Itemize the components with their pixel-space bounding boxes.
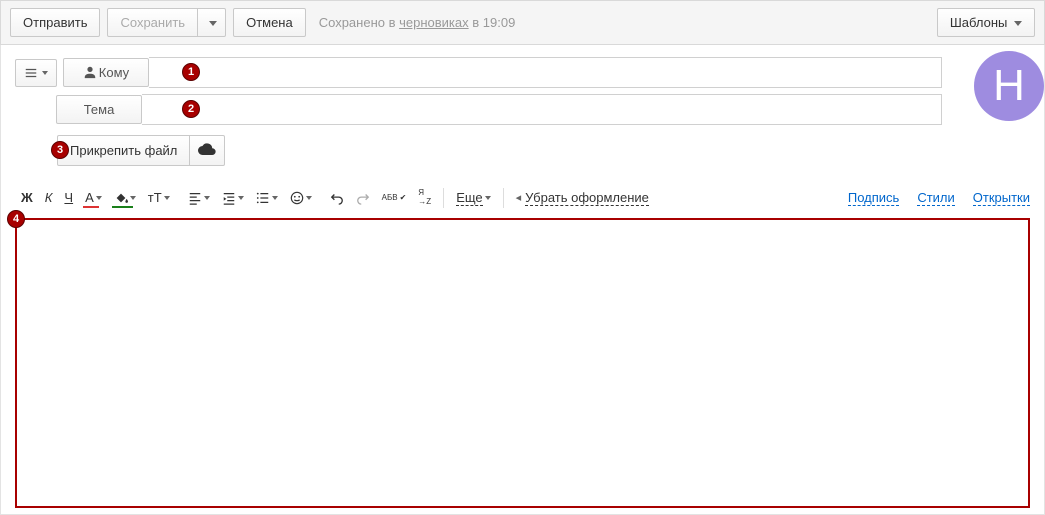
caret-down-icon <box>42 71 48 75</box>
annotation-marker-1: 1 <box>182 63 200 81</box>
smile-icon <box>290 191 304 205</box>
to-input[interactable] <box>149 57 942 88</box>
caret-down-icon <box>209 21 217 26</box>
font-size-button[interactable]: тТ <box>142 186 176 209</box>
list-button[interactable] <box>250 187 284 209</box>
emoji-button[interactable] <box>284 187 318 209</box>
send-button[interactable]: Отправить <box>10 8 100 37</box>
spellcheck-button[interactable]: АБВ✔ <box>376 190 413 206</box>
text-color-button[interactable]: А <box>79 186 108 209</box>
subject-label-button[interactable]: Тема <box>56 95 142 124</box>
save-dropdown-button[interactable] <box>198 8 226 37</box>
annotation-marker-2: 2 <box>182 100 200 118</box>
indent-button[interactable] <box>216 187 250 209</box>
caret-down-icon <box>1014 21 1022 26</box>
fill-color-button[interactable] <box>108 187 142 209</box>
cards-link[interactable]: Открытки <box>973 190 1030 206</box>
save-button[interactable]: Сохранить <box>107 8 198 37</box>
saved-time: в 19:09 <box>469 15 516 30</box>
clear-format-button[interactable]: ◂ Убрать оформление <box>510 186 655 210</box>
caret-down-icon <box>164 196 170 200</box>
italic-button[interactable]: К <box>39 186 59 209</box>
separator <box>503 188 504 208</box>
menu-icon <box>24 66 38 80</box>
paint-icon <box>114 191 128 205</box>
align-button[interactable] <box>182 187 216 209</box>
translit-button[interactable]: Я→Z <box>412 185 437 211</box>
row-options-button[interactable] <box>15 59 57 87</box>
chevron-left-icon: ◂ <box>516 191 522 204</box>
format-toolbar: Ж К Ч А тТ АБВ✔ <box>15 178 1030 218</box>
undo-icon <box>330 191 344 205</box>
redo-icon <box>356 191 370 205</box>
bold-button[interactable]: Ж <box>15 186 39 209</box>
caret-down-icon <box>272 196 278 200</box>
indent-icon <box>222 191 236 205</box>
more-button[interactable]: Еще <box>450 186 496 210</box>
attach-row: 3 Прикрепить файл <box>15 135 1030 166</box>
attach-cloud-button[interactable] <box>190 135 225 166</box>
caret-down-icon <box>96 196 102 200</box>
undo-button[interactable] <box>324 187 350 209</box>
list-icon <box>256 191 270 205</box>
editor-wrap: 4 <box>15 218 1030 514</box>
save-button-group: Сохранить <box>107 8 226 37</box>
top-actions-bar: Отправить Сохранить Отмена Сохранено в ч… <box>0 0 1045 45</box>
align-icon <box>188 191 202 205</box>
templates-label: Шаблоны <box>950 15 1008 30</box>
cancel-button[interactable]: Отмена <box>233 8 306 37</box>
attach-file-button[interactable]: Прикрепить файл <box>57 135 190 166</box>
separator <box>443 188 444 208</box>
annotation-marker-3: 3 <box>51 141 69 159</box>
caret-down-icon <box>485 196 491 200</box>
saved-status: Сохранено в черновиках в 19:09 <box>319 15 516 30</box>
underline-button[interactable]: Ч <box>58 186 79 209</box>
annotation-marker-4: 4 <box>7 210 25 228</box>
caret-down-icon <box>130 196 136 200</box>
caret-down-icon <box>238 196 244 200</box>
signature-link[interactable]: Подпись <box>848 190 899 206</box>
cloud-icon <box>198 142 216 156</box>
subject-input[interactable] <box>142 94 942 125</box>
drafts-link[interactable]: черновиках <box>399 15 469 30</box>
templates-button[interactable]: Шаблоны <box>937 8 1035 37</box>
styles-link[interactable]: Стили <box>917 190 954 206</box>
redo-button[interactable] <box>350 187 376 209</box>
person-icon <box>83 65 97 79</box>
caret-down-icon <box>306 196 312 200</box>
saved-prefix: Сохранено в <box>319 15 399 30</box>
compose-area: Н Кому 1 Тема 2 3 Прикрепить файл <box>0 45 1045 515</box>
message-body-editor[interactable] <box>15 218 1030 508</box>
to-label-text: Кому <box>99 65 129 80</box>
caret-down-icon <box>204 196 210 200</box>
to-label-button[interactable]: Кому <box>63 58 149 87</box>
